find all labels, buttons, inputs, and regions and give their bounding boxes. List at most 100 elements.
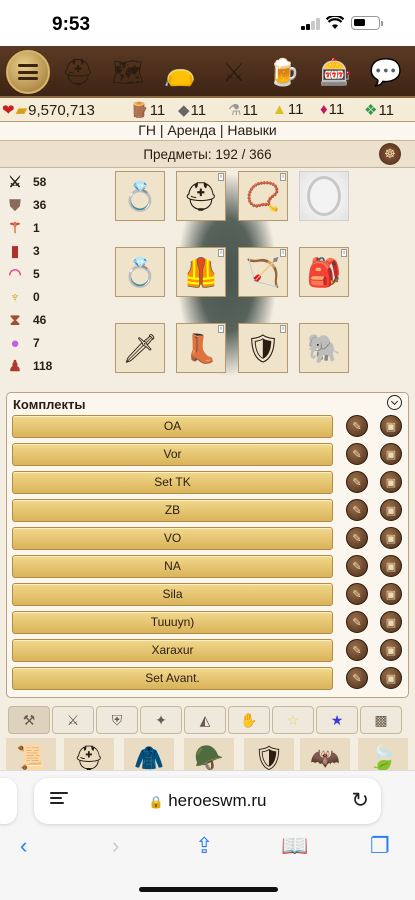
weapon-slot[interactable]: 🗡 [115, 323, 165, 373]
bookmarks-icon[interactable]: 📖 [281, 833, 308, 859]
ring-slot-1[interactable]: 💍 [115, 171, 165, 221]
edit-icon[interactable]: ✎ [346, 443, 368, 465]
helmet-icon[interactable]: ⛑ [56, 50, 100, 94]
amulet-slot[interactable]: 📿 i [238, 171, 288, 221]
resource-crystals: ♦ 11 [320, 101, 345, 118]
save-icon[interactable]: ▣ [380, 667, 402, 689]
hero-info-icon[interactable]: ☸ [379, 143, 401, 165]
set-button[interactable]: OA [12, 415, 333, 438]
resource-wood: 🪵 11 [130, 101, 166, 120]
set-button[interactable]: Sila [12, 583, 333, 606]
set-button[interactable]: Xaraxur [12, 639, 333, 662]
armor-icon: ⛨ [111, 711, 123, 728]
shield-slot[interactable]: 🛡 i [238, 323, 288, 373]
tabs-icon[interactable]: ❐ [370, 833, 390, 859]
magic-icon: ✦ [155, 711, 167, 728]
casino-icon[interactable]: 🎰 [314, 50, 358, 94]
edit-icon[interactable]: ✎ [346, 555, 368, 577]
save-icon[interactable]: ▣ [380, 555, 402, 577]
boots-slot[interactable]: 👢 i [176, 323, 226, 373]
edit-icon[interactable]: ✎ [346, 527, 368, 549]
address-bar[interactable]: 🔒 heroeswm.ru ↻ [34, 778, 381, 824]
edit-icon[interactable]: ✎ [346, 471, 368, 493]
edit-icon[interactable]: ✎ [346, 667, 368, 689]
reload-icon[interactable]: ↻ [351, 788, 369, 813]
tab-star[interactable]: ☆ [272, 706, 314, 734]
forward-icon[interactable]: › [112, 833, 119, 859]
armor-slot[interactable]: 🦺 i [176, 247, 226, 297]
map-icon[interactable]: 🗺 [106, 50, 150, 94]
empty-slot[interactable] [299, 171, 349, 221]
status-time: 9:53 [52, 14, 91, 35]
set-button[interactable]: Vor [12, 443, 333, 466]
set-button[interactable]: NA [12, 555, 333, 578]
set-button[interactable]: Set Avant. [12, 667, 333, 690]
stat-spellpower: ⚚ 1 [4, 217, 39, 239]
tab-accessories[interactable]: ◭ [184, 706, 226, 734]
boots-icon: 👢 [183, 332, 219, 364]
bow-slot[interactable]: 🏹 i [238, 247, 288, 297]
save-icon[interactable]: ▣ [380, 415, 402, 437]
tab-favorite[interactable]: ★ [316, 706, 358, 734]
save-icon[interactable]: ▣ [380, 639, 402, 661]
resource-gold: ❤ ▰ 9,570,713 [2, 101, 95, 120]
save-icon[interactable]: ▣ [380, 499, 402, 521]
mount-slot[interactable]: 🐘 [299, 323, 349, 373]
inventory-item[interactable]: 📜 [6, 738, 56, 770]
mount-icon: 🐘 [306, 332, 342, 364]
resource-ore: ◆ 11 [178, 101, 207, 120]
save-icon[interactable]: ▣ [380, 471, 402, 493]
share-icon[interactable]: ⇪ [195, 833, 213, 859]
tab-magic[interactable]: ✦ [140, 706, 182, 734]
tab-box[interactable]: ▩ [360, 706, 402, 734]
misc-icon: ✋ [240, 711, 258, 728]
helmet-slot[interactable]: ⛑ i [176, 171, 226, 221]
collapse-chevron-icon[interactable] [387, 395, 402, 410]
inventory-item[interactable]: 🛡 [244, 738, 294, 770]
nav-skills-link[interactable]: Навыки [227, 122, 276, 138]
edit-icon[interactable]: ✎ [346, 583, 368, 605]
save-icon[interactable]: ▣ [380, 527, 402, 549]
ring-icon: 💍 [122, 180, 158, 212]
backpack-slot[interactable]: 🎒 i [299, 247, 349, 297]
inventory-item[interactable]: ⛑ [64, 738, 114, 770]
set-button[interactable]: VO [12, 527, 333, 550]
sword-icon: 🗡 [122, 332, 158, 364]
bag-icon[interactable]: 👝 [158, 50, 202, 94]
edit-icon[interactable]: ✎ [346, 639, 368, 661]
wifi-icon [326, 16, 344, 29]
browser-toolbar: 🔒 heroeswm.ru ↻ ‹ › ⇪ 📖 ❐ [0, 770, 415, 900]
set-button[interactable]: Tuuuyn) [12, 611, 333, 634]
tab-weapons[interactable]: ⚔ [52, 706, 94, 734]
bow-icon: 🏹 [245, 256, 281, 288]
nav-rent-link[interactable]: Аренда [167, 122, 216, 138]
set-button[interactable]: ZB [12, 499, 333, 522]
tab-all[interactable]: ⚒ [8, 706, 50, 734]
set-button[interactable]: Set TK [12, 471, 333, 494]
inventory-item[interactable]: 🦇 [300, 738, 350, 770]
battle-icon[interactable]: ⚔ [212, 50, 256, 94]
inventory-item[interactable]: 🧥 [124, 738, 174, 770]
set-row: Xaraxur ✎ ▣ [12, 639, 405, 663]
tab-misc[interactable]: ✋ [228, 706, 270, 734]
save-icon[interactable]: ▣ [380, 583, 402, 605]
edit-icon[interactable]: ✎ [346, 499, 368, 521]
heart-icon: ❤ [2, 102, 15, 119]
backpack-icon: 🎒 [306, 256, 342, 288]
save-icon[interactable]: ▣ [380, 611, 402, 633]
tavern-icon[interactable]: 🍺 [262, 50, 306, 94]
inventory-item[interactable]: 🪖 [184, 738, 234, 770]
stat-knowledge: ▮ 3 [4, 240, 40, 262]
save-icon[interactable]: ▣ [380, 443, 402, 465]
chat-icon[interactable]: 💬 [364, 50, 408, 94]
mirror-slot-empty [307, 176, 341, 216]
back-icon[interactable]: ‹ [20, 833, 27, 859]
nav-gn-link[interactable]: ГН [138, 122, 156, 138]
ring-slot-2[interactable]: 💍 [115, 247, 165, 297]
inventory-item[interactable]: 🍃 [358, 738, 408, 770]
edit-icon[interactable]: ✎ [346, 415, 368, 437]
previous-tab-peek[interactable] [0, 778, 17, 824]
edit-icon[interactable]: ✎ [346, 611, 368, 633]
menu-icon[interactable] [6, 50, 50, 94]
tab-armor[interactable]: ⛨ [96, 706, 138, 734]
